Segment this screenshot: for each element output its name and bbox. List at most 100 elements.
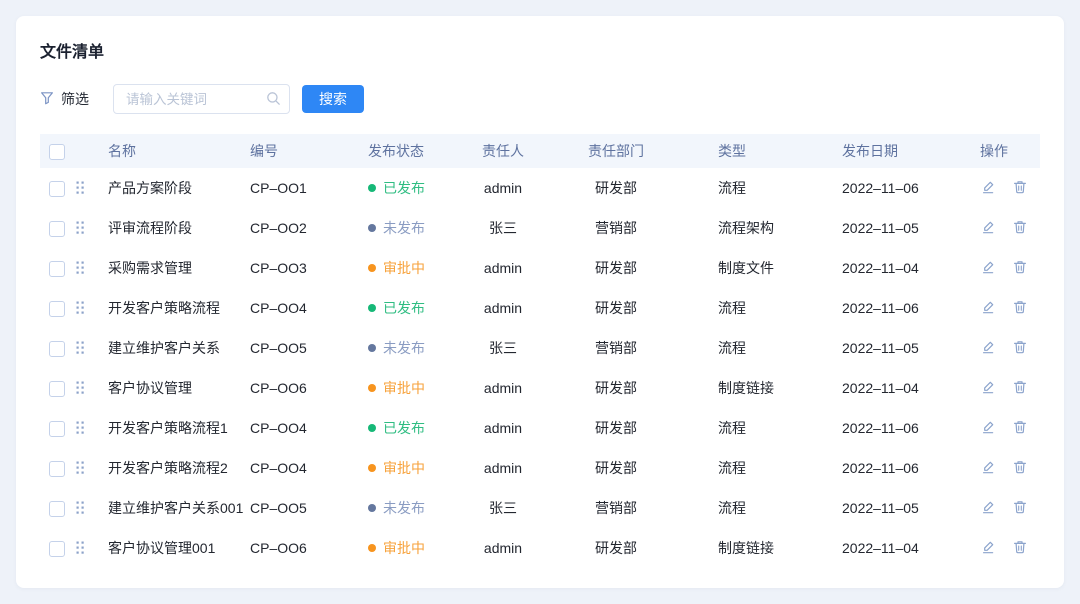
edit-pencil-icon	[980, 459, 996, 478]
edit-button[interactable]	[980, 499, 996, 518]
cell-owner: 张三	[448, 208, 558, 248]
cell-type: 流程	[674, 328, 838, 368]
cell-code: CP–OO3	[246, 248, 364, 288]
edit-button[interactable]	[980, 219, 996, 238]
status-dot-icon	[368, 424, 376, 432]
cell-type: 流程	[674, 168, 838, 208]
drag-handle-icon[interactable]	[74, 379, 87, 396]
cell-date: 2022–11–06	[838, 448, 978, 488]
status-dot-icon	[368, 344, 376, 352]
edit-pencil-icon	[980, 539, 996, 558]
search-icon	[266, 91, 281, 109]
edit-pencil-icon	[980, 259, 996, 278]
status-badge: 未发布	[368, 498, 425, 518]
table-header: 名称 编号 发布状态 责任人 责任部门 类型 发布日期 操作	[40, 134, 1040, 168]
drag-handle-icon[interactable]	[74, 539, 87, 556]
delete-button[interactable]	[1012, 499, 1028, 518]
delete-button[interactable]	[1012, 419, 1028, 438]
filter-label: 筛选	[61, 89, 89, 109]
cell-name: 客户协议管理	[104, 368, 246, 408]
search-button[interactable]: 搜索	[302, 85, 364, 113]
filter-funnel-icon	[40, 91, 54, 108]
edit-pencil-icon	[980, 499, 996, 518]
select-all-checkbox[interactable]	[49, 144, 65, 160]
cell-name: 评审流程阶段	[104, 208, 246, 248]
row-checkbox[interactable]	[49, 421, 65, 437]
cell-type: 制度链接	[674, 368, 838, 408]
row-checkbox[interactable]	[49, 181, 65, 197]
status-label: 审批中	[383, 258, 425, 278]
status-badge: 审批中	[368, 458, 425, 478]
delete-button[interactable]	[1012, 299, 1028, 318]
status-dot-icon	[368, 184, 376, 192]
edit-pencil-icon	[980, 379, 996, 398]
cell-code: CP–OO5	[246, 488, 364, 528]
edit-button[interactable]	[980, 379, 996, 398]
cell-owner: admin	[448, 288, 558, 328]
delete-button[interactable]	[1012, 179, 1028, 198]
status-label: 未发布	[383, 338, 425, 358]
cell-owner: 张三	[448, 328, 558, 368]
cell-name: 建立维护客户关系001	[104, 488, 246, 528]
table-row: 开发客户策略流程1CP–OO4已发布admin研发部流程2022–11–06	[40, 408, 1040, 448]
trash-icon	[1012, 299, 1028, 318]
edit-button[interactable]	[980, 339, 996, 358]
status-dot-icon	[368, 464, 376, 472]
delete-button[interactable]	[1012, 339, 1028, 358]
row-checkbox[interactable]	[49, 461, 65, 477]
drag-handle-icon[interactable]	[74, 459, 87, 476]
cell-owner: admin	[448, 408, 558, 448]
cell-name: 开发客户策略流程2	[104, 448, 246, 488]
status-label: 未发布	[383, 498, 425, 518]
row-checkbox[interactable]	[49, 261, 65, 277]
status-badge: 审批中	[368, 538, 425, 558]
cell-code: CP–OO4	[246, 288, 364, 328]
cell-owner: 张三	[448, 488, 558, 528]
drag-handle-icon[interactable]	[74, 419, 87, 436]
cell-date: 2022–11–06	[838, 408, 978, 448]
drag-handle-icon[interactable]	[74, 339, 87, 356]
cell-department: 营销部	[558, 328, 674, 368]
row-checkbox[interactable]	[49, 341, 65, 357]
drag-handle-icon[interactable]	[74, 259, 87, 276]
delete-button[interactable]	[1012, 459, 1028, 478]
edit-button[interactable]	[980, 539, 996, 558]
status-label: 已发布	[383, 178, 425, 198]
status-dot-icon	[368, 224, 376, 232]
status-label: 已发布	[383, 298, 425, 318]
edit-button[interactable]	[980, 459, 996, 478]
table-row: 建立维护客户关系CP–OO5未发布张三营销部流程2022–11–05	[40, 328, 1040, 368]
row-checkbox[interactable]	[49, 221, 65, 237]
cell-name: 开发客户策略流程1	[104, 408, 246, 448]
delete-button[interactable]	[1012, 259, 1028, 278]
trash-icon	[1012, 379, 1028, 398]
delete-button[interactable]	[1012, 219, 1028, 238]
cell-date: 2022–11–04	[838, 248, 978, 288]
status-badge: 已发布	[368, 178, 425, 198]
drag-handle-icon[interactable]	[74, 179, 87, 196]
row-checkbox[interactable]	[49, 301, 65, 317]
status-label: 已发布	[383, 418, 425, 438]
filter-button[interactable]: 筛选	[40, 89, 89, 109]
edit-button[interactable]	[980, 419, 996, 438]
status-label: 审批中	[383, 538, 425, 558]
keyword-input[interactable]	[113, 84, 290, 114]
cell-type: 流程	[674, 448, 838, 488]
drag-handle-icon[interactable]	[74, 299, 87, 316]
table-body: 产品方案阶段CP–OO1已发布admin研发部流程2022–11–06评审流程阶…	[40, 168, 1040, 568]
delete-button[interactable]	[1012, 539, 1028, 558]
cell-department: 研发部	[558, 168, 674, 208]
row-checkbox[interactable]	[49, 501, 65, 517]
edit-button[interactable]	[980, 179, 996, 198]
delete-button[interactable]	[1012, 379, 1028, 398]
cell-date: 2022–11–06	[838, 168, 978, 208]
cell-owner: admin	[448, 168, 558, 208]
row-checkbox[interactable]	[49, 541, 65, 557]
trash-icon	[1012, 499, 1028, 518]
file-list-card: 文件清单 筛选 搜索	[16, 16, 1064, 588]
drag-handle-icon[interactable]	[74, 219, 87, 236]
edit-button[interactable]	[980, 299, 996, 318]
edit-button[interactable]	[980, 259, 996, 278]
drag-handle-icon[interactable]	[74, 499, 87, 516]
row-checkbox[interactable]	[49, 381, 65, 397]
